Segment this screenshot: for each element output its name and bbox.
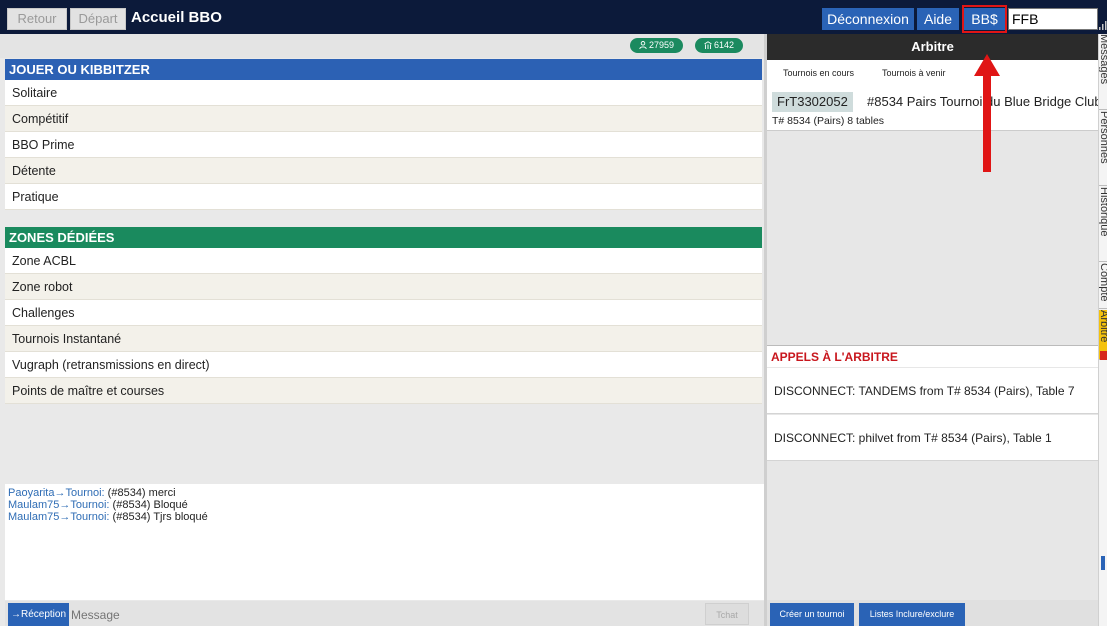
tab-tournois-en-cours[interactable]: Tournois en cours [783,67,854,79]
side-tab-messages[interactable]: Messages [1099,34,1107,110]
chat-log[interactable]: Paoyarita→Tournoi: (#8534) merci Maulam7… [5,484,764,600]
chat-message: Maulam75→Tournoi: (#8534) Bloqué [8,499,761,511]
menu-item-points-maitre[interactable]: Points de maître et courses [5,378,762,404]
side-tab-historique[interactable]: Historique [1099,187,1107,262]
chat-arrow-icon: → [59,511,71,523]
user-icon [639,41,647,49]
call-item[interactable]: DISCONNECT: philvet from T# 8534 (Pairs)… [767,415,1098,461]
counts-bar: 27959 6142 [0,34,764,58]
chat-recipient: Tournoi: [70,499,110,511]
back-button[interactable]: Retour [7,8,67,30]
tables-count-badge[interactable]: 6142 [695,38,744,53]
call-item[interactable]: DISCONNECT: TANDEMS from T# 8534 (Pairs)… [767,368,1098,414]
menu-item-detente[interactable]: Détente [5,158,762,184]
section-header-zones: ZONES DÉDIÉES [5,227,762,248]
menu-item-pratique[interactable]: Pratique [5,184,762,210]
arbitre-actions-bar: Créer un tournoi Listes Inclure/exclure [767,600,1098,626]
help-button[interactable]: Aide [917,8,959,30]
side-tabs: Messages Personnes Historique Compte Arb… [1098,34,1107,626]
chat-sender[interactable]: Maulam75 [8,499,59,511]
users-count-badge[interactable]: 27959 [630,38,684,53]
side-tab-personnes[interactable]: Personnes [1099,111,1107,186]
chat-text: (#8534) merci [104,487,176,499]
create-tournament-button[interactable]: Créer un tournoi [770,603,854,626]
tchat-send-button[interactable]: Tchat [705,603,749,625]
chat-arrow-icon: → [54,487,66,499]
menu-item-competitif[interactable]: Compétitif [5,106,762,132]
side-tab-compte[interactable]: Compte [1099,263,1107,309]
chat-sender[interactable]: Maulam75 [8,511,59,523]
chat-input-bar: →Réception Tchat [5,601,764,626]
users-count: 27959 [649,40,675,50]
include-exclude-lists-button[interactable]: Listes Inclure/exclure [859,603,965,626]
message-input[interactable] [68,605,700,625]
tournament-row[interactable]: FrT3302052 #8534 Pairs Tournoi du Blue B… [767,86,1102,131]
menu-item-bbo-prime[interactable]: BBO Prime [5,132,762,158]
top-bar: Retour Départ Accueil BBO Déconnexion Ai… [0,0,1107,34]
menu-item-zone-acbl[interactable]: Zone ACBL [5,248,762,274]
signal-icon [1099,21,1107,30]
alert-badge-icon [1100,351,1107,360]
arbitre-panel: Arbitre Tournois en cours Tournois à ven… [764,34,1102,626]
menu-item-vugraph[interactable]: Vugraph (retransmissions en direct) [5,352,762,378]
reception-button[interactable]: →Réception [8,603,70,626]
highlight-box [962,5,1007,33]
left-panel: 27959 6142 JOUER OU KIBBITZER Solitaire … [0,34,764,626]
tables-count: 6142 [714,40,735,50]
calls-header: APPELS À L'ARBITRE [767,345,1098,367]
arbitre-title: Arbitre [767,34,1098,60]
depart-button[interactable]: Départ [70,8,126,30]
tab-tournois-a-venir[interactable]: Tournois à venir [882,67,946,79]
page-title: Accueil BBO [131,9,222,26]
chat-recipient: Tournoi: [70,511,110,523]
menu-item-tournois-instantane[interactable]: Tournois Instantané [5,326,762,352]
chat-message: Maulam75→Tournoi: (#8534) Tjrs bloqué [8,511,761,523]
search-field[interactable]: FFB [1008,8,1098,30]
menu-item-zone-robot[interactable]: Zone robot [5,274,762,300]
tournament-info: T# 8534 (Pairs) 8 tables [772,115,885,127]
tournament-tabs: Tournois en cours Tournois à venir [767,60,1098,86]
chat-text: (#8534) Bloqué [109,499,188,511]
chat-arrow-icon: → [59,499,71,511]
menu-item-challenges[interactable]: Challenges [5,300,762,326]
tournament-id[interactable]: FrT3302052 [772,92,853,112]
logout-button[interactable]: Déconnexion [822,8,914,30]
chat-recipient: Tournoi: [65,487,105,499]
chat-text: (#8534) Tjrs bloqué [109,511,208,523]
scroll-indicator[interactable] [1101,556,1105,570]
chat-sender[interactable]: Paoyarita [8,487,54,499]
arrow-up-annotation [974,54,1000,172]
section-header-play: JOUER OU KIBBITZER [5,59,762,80]
chat-message: Paoyarita→Tournoi: (#8534) merci [8,487,761,499]
table-icon [704,41,712,49]
menu-item-solitaire[interactable]: Solitaire [5,80,762,106]
